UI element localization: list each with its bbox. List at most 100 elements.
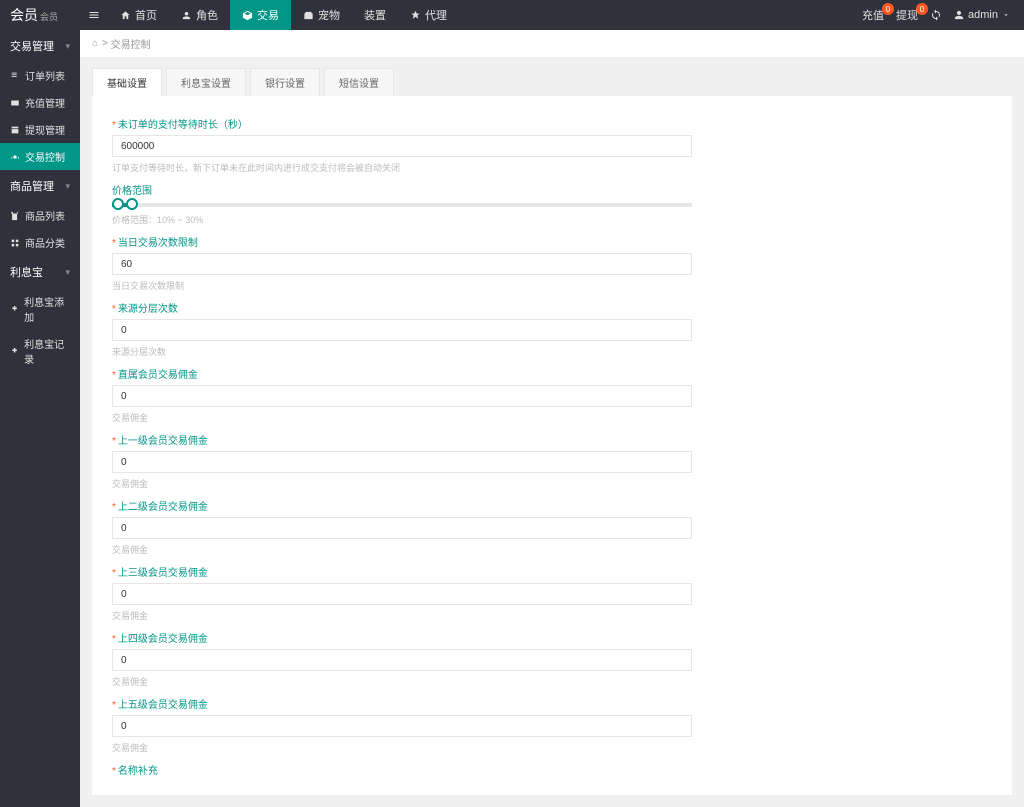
form-label: *上四级会员交易佣金 xyxy=(112,630,992,645)
tab-1[interactable]: 利息宝设置 xyxy=(166,68,246,96)
form-row-timeout: *未订单的支付等待时长（秒） 订单支付等待时长，新下订单未在此时间内进行成交支付… xyxy=(112,116,992,174)
input-f6[interactable] xyxy=(112,517,692,539)
input-f3[interactable] xyxy=(112,319,692,341)
form-row-f3: *来源分层次数来源分层次数 xyxy=(112,300,992,358)
badge-recharge: 0 xyxy=(882,3,894,15)
menu-toggle[interactable] xyxy=(80,0,108,30)
form-label: *上一级会员交易佣金 xyxy=(112,432,992,447)
brand: 会员 会员 xyxy=(0,5,80,25)
tab-0[interactable]: 基础设置 xyxy=(92,68,162,96)
top-link-withdraw[interactable]: 提现 0 xyxy=(896,7,918,23)
form-row-f4: *直属会员交易佣金交易佣金 xyxy=(112,366,992,424)
form-label: *直属会员交易佣金 xyxy=(112,366,992,381)
nav-item-3[interactable]: 宠物 xyxy=(291,0,352,30)
sidebar-icon xyxy=(10,238,20,248)
top-bar: 会员 会员 首页角色交易宠物装置代理 充值 0 提现 0 admin xyxy=(0,0,1024,30)
form-label: *当日交易次数限制 xyxy=(112,234,992,249)
form-row-f2: *当日交易次数限制当日交易次数限制 xyxy=(112,234,992,292)
sidebar-item-0-1[interactable]: 充值管理 xyxy=(0,89,80,116)
input-f8[interactable] xyxy=(112,649,692,671)
form-help: 交易佣金 xyxy=(112,411,992,424)
form-row-f7: *上三级会员交易佣金交易佣金 xyxy=(112,564,992,622)
sidebar-item-0-0[interactable]: 订单列表 xyxy=(0,62,80,89)
input-f2[interactable] xyxy=(112,253,692,275)
slider-handle-max[interactable] xyxy=(126,198,138,210)
form-help: 订单支付等待时长，新下订单未在此时间内进行成交支付将会被自动关闭 xyxy=(112,161,992,174)
form-help: 交易佣金 xyxy=(112,543,992,556)
slider-caption: 价格范围：10% ~ 30% xyxy=(112,213,992,226)
nav-icon xyxy=(410,10,421,21)
input-f9[interactable] xyxy=(112,715,692,737)
slider-track[interactable] xyxy=(112,203,692,207)
nav-item-4[interactable]: 装置 xyxy=(352,0,398,30)
sidebar-icon xyxy=(10,152,20,162)
form-help: 当日交易次数限制 xyxy=(112,279,992,292)
form-help: 交易佣金 xyxy=(112,675,992,688)
sidebar-group-2[interactable]: 利息宝▾ xyxy=(0,256,80,288)
nav-item-1[interactable]: 角色 xyxy=(169,0,230,30)
nav-icon xyxy=(181,10,192,21)
slider-price-range: 价格范围 价格范围：10% ~ 30% xyxy=(112,182,992,226)
brand-main: 会员 xyxy=(10,5,38,25)
breadcrumb: ⌂ > 交易控制 xyxy=(80,30,1024,58)
input-f4[interactable] xyxy=(112,385,692,407)
nav-item-2[interactable]: 交易 xyxy=(230,0,291,30)
tab-2[interactable]: 银行设置 xyxy=(250,68,320,96)
sidebar-item-0-3[interactable]: 交易控制 xyxy=(0,143,80,170)
chevron-down-icon: ▾ xyxy=(65,267,70,278)
form-label: *名称补充 xyxy=(112,762,992,777)
sidebar-item-0-2[interactable]: 提现管理 xyxy=(0,116,80,143)
form-row-f8: *上四级会员交易佣金交易佣金 xyxy=(112,630,992,688)
nav-icon xyxy=(120,10,131,21)
form-label: *来源分层次数 xyxy=(112,300,992,315)
tabs: 基础设置利息宝设置银行设置短信设置 xyxy=(80,58,1024,96)
form-row-f6: *上二级会员交易佣金交易佣金 xyxy=(112,498,992,556)
tab-3[interactable]: 短信设置 xyxy=(324,68,394,96)
nav-item-0[interactable]: 首页 xyxy=(108,0,169,30)
sidebar-item-1-0[interactable]: 商品列表 xyxy=(0,202,80,229)
input-timeout[interactable] xyxy=(112,135,692,157)
sidebar-icon xyxy=(10,125,20,135)
form-label: *上二级会员交易佣金 xyxy=(112,498,992,513)
nav-icon xyxy=(242,10,253,21)
form-row-f5: *上一级会员交易佣金交易佣金 xyxy=(112,432,992,490)
form-help: 来源分层次数 xyxy=(112,345,992,358)
form-row-f9: *上五级会员交易佣金交易佣金 xyxy=(112,696,992,754)
sidebar-icon xyxy=(10,71,20,81)
sidebar-icon xyxy=(10,346,19,356)
content: ⌂ > 交易控制 基础设置利息宝设置银行设置短信设置 *未订单的支付等待时长（秒… xyxy=(80,30,1024,807)
sidebar-item-1-1[interactable]: 商品分类 xyxy=(0,229,80,256)
input-f5[interactable] xyxy=(112,451,692,473)
sidebar-item-2-1[interactable]: 利息宝记录 xyxy=(0,330,80,372)
sidebar-group-0[interactable]: 交易管理▾ xyxy=(0,30,80,62)
sidebar-icon xyxy=(10,304,19,314)
slider-handle-min[interactable] xyxy=(112,198,124,210)
form-help: 交易佣金 xyxy=(112,477,992,490)
brand-sub: 会员 xyxy=(40,10,58,23)
nav-icon xyxy=(303,10,314,21)
sidebar: 交易管理▾订单列表充值管理提现管理交易控制商品管理▾商品列表商品分类利息宝▾利息… xyxy=(0,30,80,807)
breadcrumb-home-icon: ⌂ xyxy=(92,38,98,49)
input-f7[interactable] xyxy=(112,583,692,605)
form-card: *未订单的支付等待时长（秒） 订单支付等待时长，新下订单未在此时间内进行成交支付… xyxy=(92,96,1012,795)
top-nav: 首页角色交易宠物装置代理 xyxy=(80,0,459,30)
nav-item-5[interactable]: 代理 xyxy=(398,0,459,30)
refresh-icon[interactable] xyxy=(930,9,942,21)
form-help: 交易佣金 xyxy=(112,741,992,754)
top-link-recharge[interactable]: 充值 0 xyxy=(862,7,884,23)
sidebar-item-2-0[interactable]: 利息宝添加 xyxy=(0,288,80,330)
form-label: *上三级会员交易佣金 xyxy=(112,564,992,579)
form-label: *未订单的支付等待时长（秒） xyxy=(112,116,992,131)
badge-withdraw: 0 xyxy=(916,3,928,15)
sidebar-icon xyxy=(10,211,20,221)
sidebar-group-1[interactable]: 商品管理▾ xyxy=(0,170,80,202)
chevron-down-icon: ▾ xyxy=(65,41,70,52)
form-row-f10: *名称补充 xyxy=(112,762,992,777)
user-menu[interactable]: admin xyxy=(954,9,1010,21)
sidebar-icon xyxy=(10,98,20,108)
top-right: 充值 0 提现 0 admin xyxy=(862,7,1024,23)
chevron-down-icon: ▾ xyxy=(65,181,70,192)
form-help: 交易佣金 xyxy=(112,609,992,622)
form-label: *上五级会员交易佣金 xyxy=(112,696,992,711)
slider-label: 价格范围 xyxy=(112,182,992,197)
